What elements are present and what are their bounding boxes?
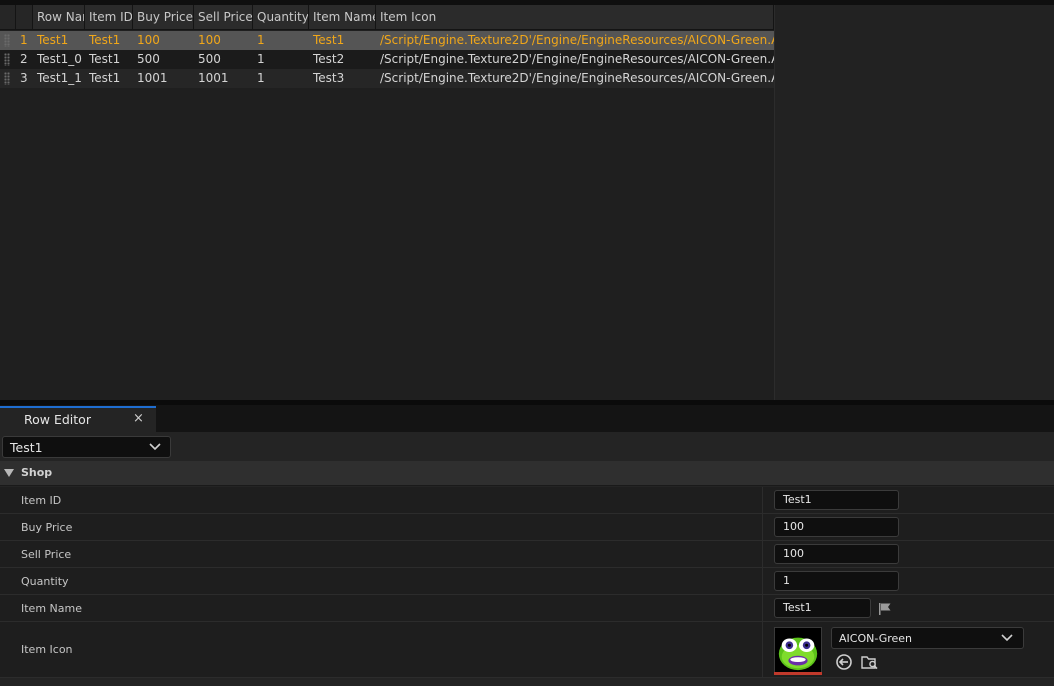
table-row[interactable]: 3 Test1_1 Test1 1001 1001 1 Test3 /Scrip…: [0, 69, 774, 88]
column-header-item-name[interactable]: Item Name: [309, 5, 376, 30]
property-label: Item Name: [21, 602, 82, 615]
cell-row-name: Test1: [37, 33, 69, 47]
chevron-down-icon: [149, 443, 161, 451]
sell-price-field[interactable]: 100: [774, 544, 899, 564]
buy-price-field[interactable]: 100: [774, 517, 899, 537]
category-shop[interactable]: Shop: [0, 461, 1054, 486]
header-number-column[interactable]: [16, 5, 33, 30]
column-header-row-name[interactable]: Row Name: [33, 5, 85, 30]
row-grip-icon[interactable]: [4, 34, 10, 47]
column-divider[interactable]: [762, 568, 763, 594]
cell-item-id: Test1: [89, 52, 121, 66]
aicon-green-thumbnail[interactable]: [774, 627, 822, 675]
column-header-quantity[interactable]: Quantity: [253, 5, 309, 30]
table-row[interactable]: 1 Test1 Test1 100 100 1 Test1 /Script/En…: [0, 31, 774, 50]
property-label: Buy Price: [21, 521, 73, 534]
cell-quantity: 1: [257, 71, 265, 85]
browse-asset-icon[interactable]: [861, 653, 879, 671]
row-grip-icon[interactable]: [4, 53, 10, 66]
tab-row-editor[interactable]: Row Editor ×: [0, 406, 156, 432]
property-row-item-id: Item ID Test1: [0, 487, 1054, 514]
cell-row-name: Test1_1: [37, 71, 82, 85]
column-divider[interactable]: [762, 595, 763, 621]
cell-sell-price: 100: [198, 33, 221, 47]
column-divider[interactable]: [762, 622, 763, 677]
cell-item-name: Test1: [313, 33, 345, 47]
cell-buy-price: 100: [137, 33, 160, 47]
close-icon[interactable]: ×: [133, 411, 144, 426]
row-number: 3: [20, 71, 28, 85]
table-row[interactable]: 2 Test1_0 Test1 500 500 1 Test2 /Script/…: [0, 50, 774, 69]
row-editor-panel: Row Editor × Test1 Shop Item ID Test1 Bu…: [0, 405, 1054, 686]
cell-quantity: 1: [257, 52, 265, 66]
column-header-item-id[interactable]: Item ID: [85, 5, 133, 30]
tab-label: Row Editor: [24, 412, 91, 427]
item-id-field[interactable]: Test1: [774, 490, 899, 510]
column-header-item-icon[interactable]: Item Icon: [376, 5, 774, 30]
row-selector-dropdown[interactable]: Test1: [2, 436, 171, 458]
localization-flag-icon[interactable]: [878, 602, 892, 616]
cell-item-name: Test2: [313, 52, 345, 66]
cell-sell-price: 500: [198, 52, 221, 66]
row-selector-value: Test1: [10, 440, 43, 455]
cell-sell-price: 1001: [198, 71, 229, 85]
property-label: Quantity: [21, 575, 69, 588]
cell-buy-price: 500: [137, 52, 160, 66]
asset-picker-dropdown[interactable]: AICON-Green: [831, 627, 1024, 649]
property-row-item-name: Item Name Test1: [0, 595, 1054, 622]
asset-type-bar: [774, 672, 822, 675]
column-divider[interactable]: [762, 487, 763, 513]
cell-quantity: 1: [257, 33, 265, 47]
cell-item-name: Test3: [313, 71, 345, 85]
quantity-field[interactable]: 1: [774, 571, 899, 591]
chevron-down-icon: [1001, 634, 1013, 642]
column-divider[interactable]: [762, 541, 763, 567]
property-label: Item ID: [21, 494, 62, 507]
row-number: 1: [20, 33, 28, 47]
cell-item-icon: /Script/Engine.Texture2D'/Engine/EngineR…: [380, 71, 774, 85]
use-selected-asset-icon[interactable]: [835, 653, 853, 671]
property-label: Sell Price: [21, 548, 72, 561]
cell-row-name: Test1_0: [37, 52, 82, 66]
column-divider[interactable]: [762, 514, 763, 540]
property-row-sell-price: Sell Price 100: [0, 541, 1054, 568]
table-empty-area: [774, 5, 1054, 400]
property-label: Item Icon: [21, 643, 73, 656]
header-spacer: [0, 5, 16, 30]
collapse-arrow-icon[interactable]: [4, 469, 14, 477]
item-name-field[interactable]: Test1: [774, 598, 871, 618]
cell-buy-price: 1001: [137, 71, 168, 85]
row-number: 2: [20, 52, 28, 66]
cell-item-icon: /Script/Engine.Texture2D'/Engine/EngineR…: [380, 33, 774, 47]
cell-item-id: Test1: [89, 71, 121, 85]
category-label: Shop: [21, 466, 53, 479]
data-table-panel: Row Name Item ID Buy Price Sell Price Qu…: [0, 0, 1054, 400]
column-header-buy-price[interactable]: Buy Price: [133, 5, 194, 30]
property-row-quantity: Quantity 1: [0, 568, 1054, 595]
property-row-item-icon: Item Icon AICON-Green: [0, 622, 1054, 678]
tab-strip: Row Editor ×: [0, 405, 1054, 432]
row-grip-icon[interactable]: [4, 72, 10, 85]
column-header-sell-price[interactable]: Sell Price: [194, 5, 253, 30]
cell-item-icon: /Script/Engine.Texture2D'/Engine/EngineR…: [380, 52, 774, 66]
cell-item-id: Test1: [89, 33, 121, 47]
property-row-buy-price: Buy Price 100: [0, 514, 1054, 541]
asset-picker-value: AICON-Green: [839, 632, 913, 645]
data-table: Row Name Item ID Buy Price Sell Price Qu…: [0, 5, 774, 400]
